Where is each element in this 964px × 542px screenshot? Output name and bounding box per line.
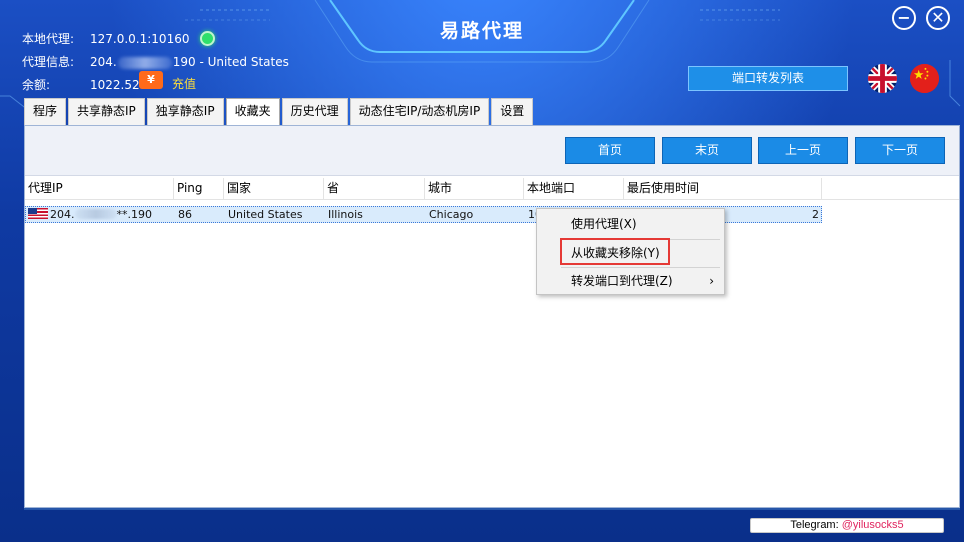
local-proxy-label: 本地代理: (22, 32, 75, 46)
last-page-button[interactable]: 末页 (662, 137, 752, 164)
table-header: 代理IP Ping 国家 省 城市 本地端口 最后使用时间 (25, 178, 959, 200)
balance-label: 余额: (22, 78, 51, 92)
column-header-ping[interactable]: Ping (174, 178, 224, 200)
first-page-button[interactable]: 首页 (565, 137, 655, 164)
redaction-mask (117, 56, 172, 69)
uk-flag-icon[interactable] (868, 64, 897, 93)
menu-item-forward-port-label: 转发端口到代理(Z) (571, 274, 673, 288)
tab-shared-static-ip[interactable]: 共享静态IP (68, 98, 145, 125)
column-header-city[interactable]: 城市 (425, 178, 524, 200)
telegram-label: Telegram: (790, 519, 842, 531)
favorites-panel: 首页 末页 上一页 下一页 代理IP Ping 国家 省 城市 本地端口 最后使… (24, 125, 960, 508)
china-flag-icon[interactable] (910, 64, 939, 93)
menu-item-forward-port[interactable]: 转发端口到代理(Z) › (537, 268, 724, 294)
proxy-info-suffix: 190 - United States (172, 55, 289, 69)
prev-page-button[interactable]: 上一页 (758, 137, 848, 164)
menu-item-remove-favorite[interactable]: 从收藏夹移除(Y) (537, 240, 724, 266)
cell-country: United States (228, 208, 303, 221)
tab-bar: 程序 共享静态IP 独享静态IP 收藏夹 历史代理 动态住宅IP/动态机房IP … (24, 98, 535, 126)
us-flag-icon (28, 208, 48, 219)
proxy-info-label: 代理信息: (22, 55, 75, 69)
ticket-icon[interactable]: ¥ (139, 71, 163, 89)
column-header-proxy-ip[interactable]: 代理IP (25, 178, 174, 200)
redaction-mask (74, 209, 117, 219)
proxy-info-prefix: 204. (90, 55, 117, 69)
cell-last-used-value: 2 (812, 208, 819, 221)
column-header-country[interactable]: 国家 (224, 178, 324, 200)
next-page-button[interactable]: 下一页 (855, 137, 945, 164)
cell-proxy-ip: 204. **.190 (26, 207, 175, 222)
pager-toolbar: 首页 末页 上一页 下一页 (25, 126, 959, 176)
tab-settings[interactable]: 设置 (491, 98, 534, 125)
column-header-last-used[interactable]: 最后使用时间 (624, 178, 822, 200)
ip-suffix: **.190 (116, 208, 153, 221)
tab-history-proxy[interactable]: 历史代理 (281, 98, 348, 125)
balance-value: 1022.52 (90, 78, 140, 92)
local-proxy-value: 127.0.0.1:10160 (90, 32, 190, 46)
context-menu: 使用代理(X) 从收藏夹移除(Y) 转发端口到代理(Z) › (536, 208, 725, 295)
column-header-local-port[interactable]: 本地端口 (524, 178, 624, 200)
proxy-info: 代理信息: 204. 190 - United States (22, 53, 289, 70)
tab-favorites[interactable]: 收藏夹 (225, 98, 280, 126)
chevron-right-icon: › (709, 274, 714, 288)
recharge-link[interactable]: 充值 (172, 75, 196, 92)
local-proxy-info: 本地代理: 127.0.0.1:10160 (22, 30, 189, 47)
minimize-button[interactable]: − (892, 6, 916, 30)
cell-ping: 86 (178, 208, 192, 221)
status-online-icon (200, 31, 215, 46)
tab-dedicated-static-ip[interactable]: 独享静态IP (146, 98, 224, 125)
column-header-province[interactable]: 省 (324, 178, 425, 200)
telegram-handle[interactable]: @yilusocks5 (842, 519, 904, 531)
menu-item-use-proxy[interactable]: 使用代理(X) (537, 211, 724, 237)
ip-prefix: 204. (50, 208, 75, 221)
tab-dynamic-ip[interactable]: 动态住宅IP/动态机房IP (349, 98, 490, 125)
close-button[interactable]: ✕ (926, 6, 950, 30)
telegram-contact[interactable]: Telegram: @yilusocks5 (750, 518, 944, 533)
balance-info: 余额: 1022.52 (22, 76, 140, 93)
tab-programs[interactable]: 程序 (24, 98, 67, 125)
port-forward-list-button[interactable]: 端口转发列表 (688, 66, 848, 91)
cell-city: Chicago (429, 208, 474, 221)
cell-province: Illinois (328, 208, 363, 221)
